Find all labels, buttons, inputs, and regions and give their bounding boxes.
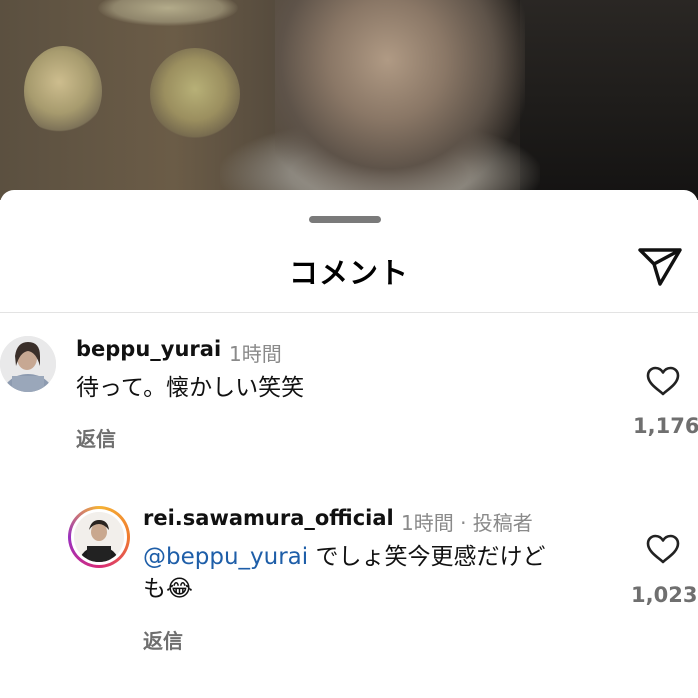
reply-button[interactable]: 返信 [143, 625, 183, 654]
background-dark-area [520, 0, 698, 200]
background-person [275, 0, 525, 200]
sheet-title: コメント [288, 256, 409, 290]
paper-plane-icon[interactable] [636, 246, 684, 288]
sheet-grabber[interactable] [309, 216, 381, 223]
comments-sheet: コメント beppu_yurai 1時間 待って。懐かしい笑笑 返信 1,176 [0, 190, 698, 698]
avatar-photo [0, 336, 56, 392]
avatar-photo [74, 512, 124, 562]
avatar [74, 512, 124, 562]
comment-text: 待って。懐かしい笑笑 [76, 375, 305, 401]
divider [0, 312, 698, 313]
like-count: 1,023 [631, 583, 698, 607]
reply-time: 1時間 · 投稿者 [401, 511, 533, 535]
reply-text-line1: でしょ笑今更感だけど [308, 544, 546, 570]
heart-outline-icon[interactable] [646, 534, 680, 564]
laughing-emoji: 😂 [166, 576, 193, 602]
like-count: 1,176 [633, 414, 698, 438]
heart-outline-icon[interactable] [646, 366, 680, 396]
comment-username[interactable]: beppu_yurai [76, 337, 221, 361]
comment-time: 1時間 [229, 342, 282, 366]
reply-username[interactable]: rei.sawamura_official [143, 506, 394, 530]
avatar-story-ring[interactable] [68, 506, 130, 568]
mention-link[interactable]: @beppu_yurai [143, 544, 308, 570]
background-video-frame [0, 0, 698, 200]
reply-button[interactable]: 返信 [76, 423, 116, 452]
background-lamp [98, 0, 238, 26]
avatar[interactable] [0, 336, 56, 392]
background-lamp [24, 46, 102, 136]
reply-text-line2: も [143, 576, 166, 602]
reply-text: @beppu_yurai でしょ笑今更感だけど も😂 [143, 541, 545, 605]
